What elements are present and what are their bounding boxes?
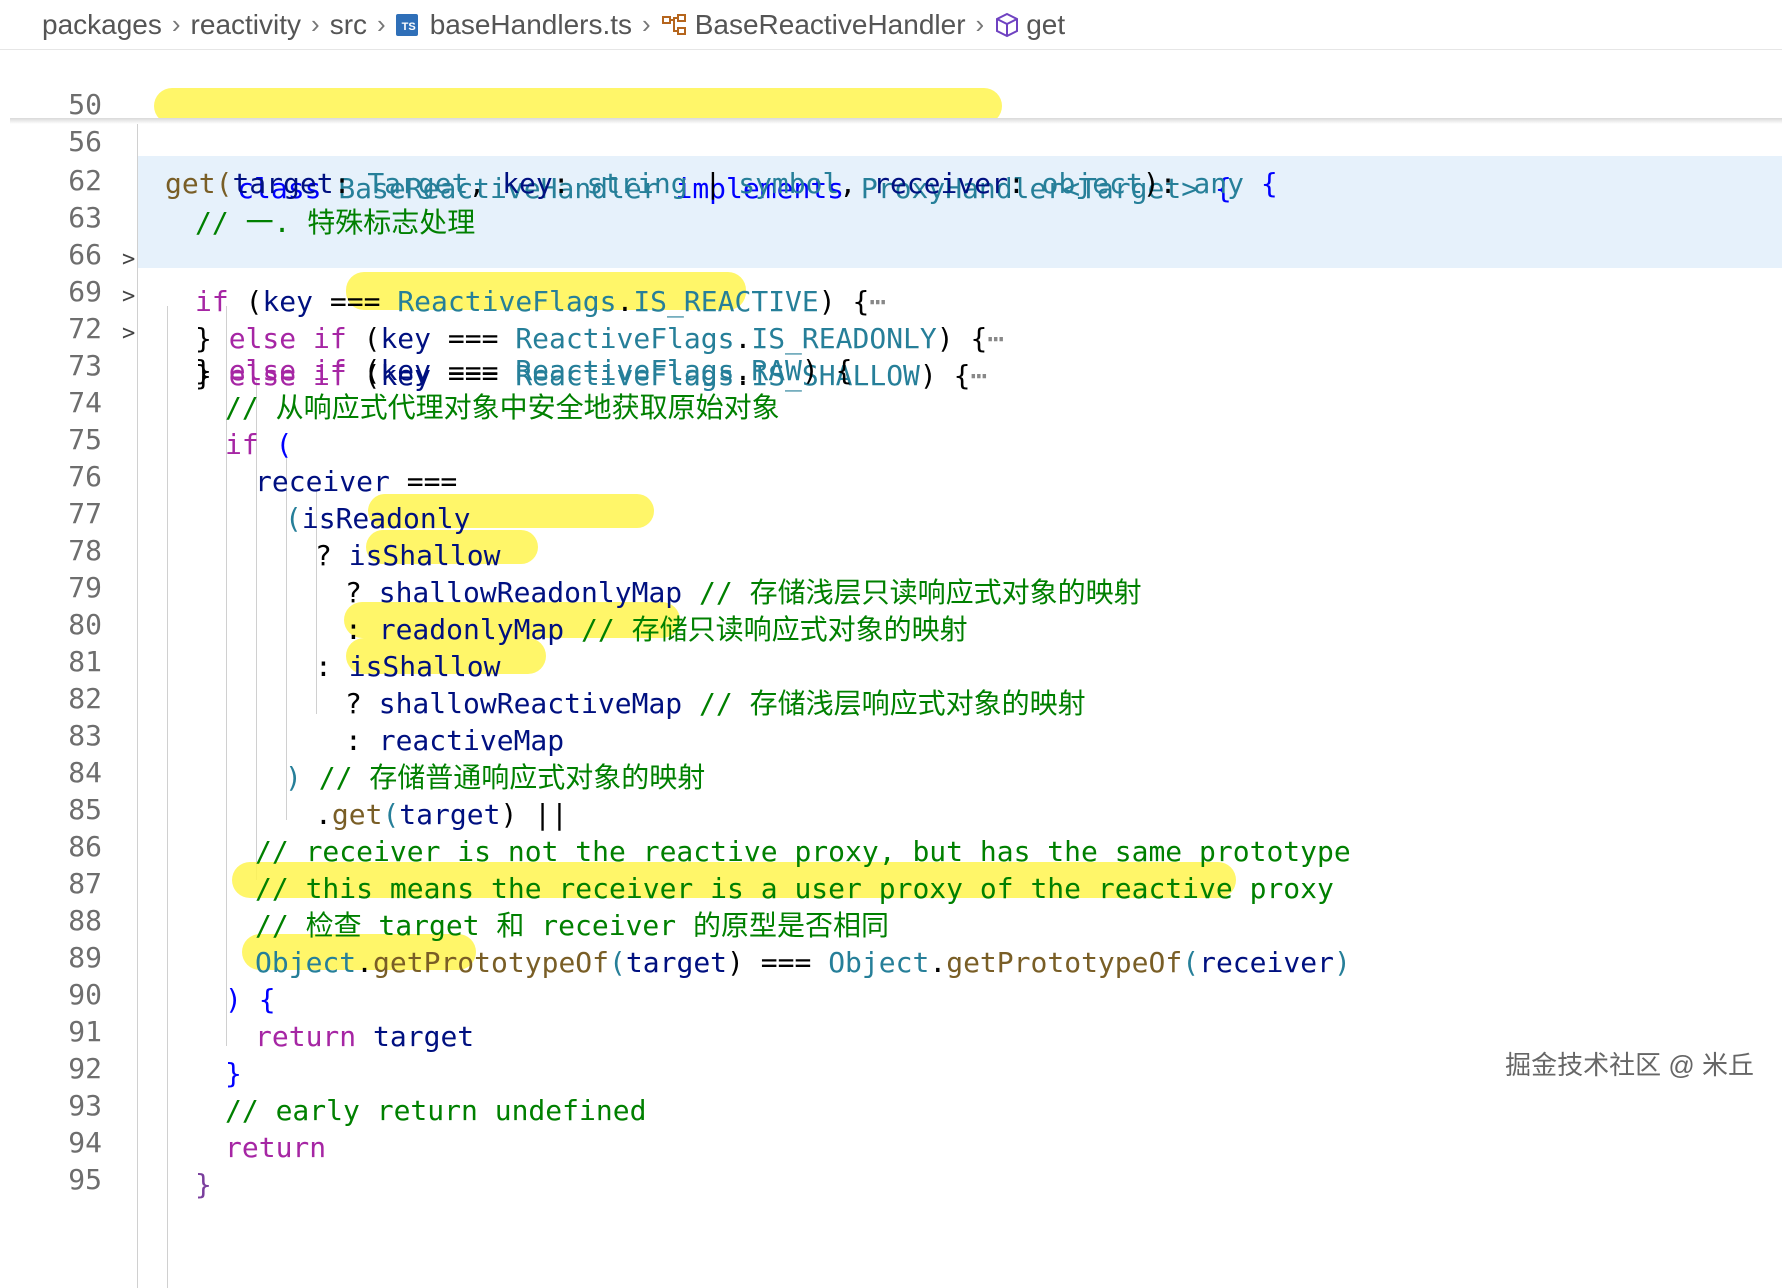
breadcrumb-file-label: baseHandlers.ts — [429, 8, 633, 40]
code-line: 50 class BaseReactiveHandler implements … — [10, 42, 1782, 205]
code-editor[interactable]: 50 class BaseReactiveHandler implements … — [10, 50, 1782, 1288]
breadcrumb-method-label: get — [1026, 8, 1066, 40]
code-line: 74 if ( — [10, 340, 1782, 461]
token-brace: } — [195, 1168, 212, 1201]
code-line: 92 // early return undefined — [10, 1006, 1782, 1127]
code-line: 85 // receiver is not the reactive proxy… — [10, 747, 1782, 868]
chevron-right-icon: › — [975, 9, 985, 39]
chevron-right-icon: › — [311, 9, 320, 39]
breadcrumb-src[interactable]: src — [330, 9, 367, 41]
chevron-right-icon: › — [642, 9, 651, 39]
breadcrumb-method[interactable]: get — [994, 9, 1065, 41]
code-line: 94 } — [10, 1080, 1782, 1201]
code-line: 82 : reactiveMap — [10, 636, 1782, 757]
code-line: 75 receiver === — [10, 377, 1782, 498]
code-line: 62 // 一. 特殊标志处理 — [10, 118, 1782, 239]
breadcrumb-packages[interactable]: packages — [42, 9, 162, 41]
chevron-right-icon: › — [377, 9, 386, 39]
code-line: 69 > } else if (key === ReactiveFlags.IS… — [10, 229, 1782, 392]
code-line: 80 : isShallow — [10, 562, 1782, 683]
watermark: 掘金技术社区 @ 米丘 — [1505, 1050, 1754, 1080]
code-line: 95 — [10, 1117, 1782, 1196]
code-line: 73 // 从响应式代理对象中安全地获取原始对象 — [10, 303, 1782, 424]
method-cube-icon — [996, 12, 1019, 37]
code-line: 91 } — [10, 969, 1782, 1090]
code-line: 72 } else if (key === ReactiveFlags.RAW)… — [10, 266, 1782, 387]
breadcrumb-class-label: BaseReactiveHandler — [694, 8, 966, 40]
code-line: 81 ? shallowReactiveMap // 存储浅层响应式对象的映射 — [10, 599, 1782, 720]
code-line: 66 > } else if (key === ReactiveFlags.IS… — [10, 192, 1782, 355]
code-line: 77 ? isShallow — [10, 451, 1782, 572]
chevron-right-icon: › — [171, 9, 181, 39]
code-line: 79 : readonlyMap // 存储只读响应式对象的映射 — [10, 525, 1782, 646]
code-line: 76 (isReadonly — [10, 414, 1782, 535]
code-line: 86 // this means the receiver is a user … — [10, 784, 1782, 905]
breadcrumb-class[interactable]: BaseReactiveHandler — [661, 9, 966, 41]
code-line: 89 ) { — [10, 895, 1782, 1016]
code-line: 84 .get(target) || — [10, 710, 1782, 831]
code-line: 83 ) // 存储普通响应式对象的映射 — [10, 673, 1782, 794]
breadcrumb-reactivity[interactable]: reactivity — [191, 9, 301, 41]
code-line: 88 Object.getPrototypeOf(target) === Obj… — [10, 858, 1782, 979]
code-line: 63 > if (key === ReactiveFlags.IS_REACTI… — [10, 155, 1782, 318]
code-line: 87 // 检查 target 和 receiver 的原型是否相同 — [10, 821, 1782, 942]
typescript-file-icon: TS — [395, 13, 418, 36]
line-number: 95 — [68, 1163, 102, 1196]
breadcrumb-file[interactable]: TS baseHandlers.ts — [395, 8, 633, 41]
class-symbol-icon — [661, 13, 686, 35]
code-line: 56 get(target: Target, key: string | sym… — [10, 79, 1782, 200]
code-line: 78 ? shallowReadonlyMap // 存储浅层只读响应式对象的映… — [10, 488, 1782, 609]
code-line: 90 return target — [10, 932, 1782, 1053]
